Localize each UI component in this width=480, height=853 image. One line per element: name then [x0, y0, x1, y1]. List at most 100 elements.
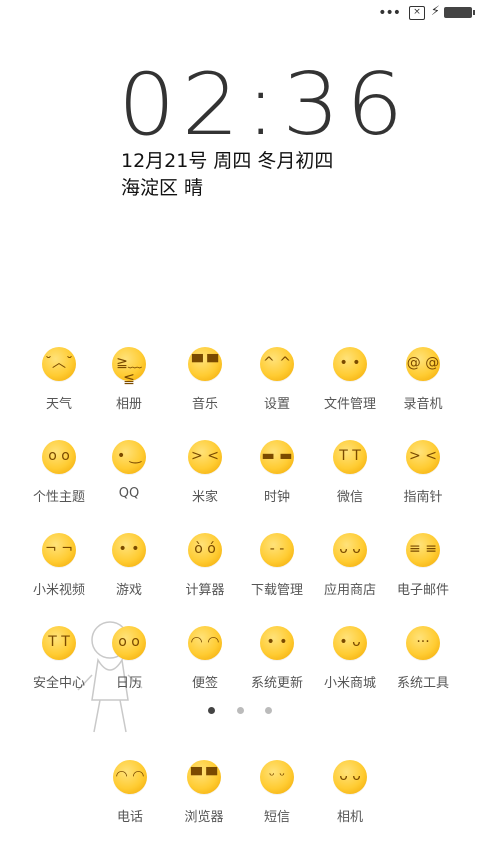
app-icon-5[interactable]: @ @ 录音机 [386, 347, 460, 412]
face-expression-icon: ^ ^ [263, 355, 291, 371]
battery-icon [444, 7, 475, 18]
dock-app-0[interactable]: ◠ ◠ 电话 [93, 760, 167, 825]
app-label: 音乐 [191, 397, 218, 412]
app-label: 电子邮件 [396, 583, 449, 598]
app-icon-14[interactable]: ò ó 计算器 [168, 533, 242, 598]
app-label: 小米视频 [32, 583, 85, 598]
emoji-face-icon: T T [42, 626, 76, 660]
app-icon-2[interactable]: ▀ ▀ 音乐 [168, 347, 242, 412]
emoji-face-icon: ··· [406, 626, 440, 660]
app-label: 文件管理 [323, 397, 376, 412]
page-dot[interactable] [236, 707, 244, 714]
status-bar: ••• × ⚡ [0, 0, 480, 26]
face-expression-icon: • • [266, 634, 288, 650]
page-dot[interactable] [264, 707, 272, 714]
emoji-face-icon: ◠ ◠ [113, 760, 147, 794]
face-expression-icon: T T [48, 634, 70, 650]
emoji-face-icon: o o [42, 440, 76, 474]
app-label: 系统更新 [250, 676, 303, 691]
face-expression-icon: ᵕ ᵕ [268, 768, 286, 784]
emoji-face-icon: @ @ [406, 347, 440, 381]
app-icon-9[interactable]: ▬ ▬ 时钟 [240, 440, 314, 505]
face-expression-icon: ▀ ▀ [192, 355, 218, 371]
face-expression-icon: • ‿ [117, 448, 141, 464]
emoji-face-icon: • • [333, 347, 367, 381]
dock-app-2[interactable]: ᵕ ᵕ 短信 [240, 760, 314, 825]
app-label: 计算器 [185, 583, 225, 598]
app-icon-6[interactable]: o o 个性主题 [22, 440, 96, 505]
emoji-face-icon: • • [112, 533, 146, 567]
weather-text[interactable]: 海淀区 晴 [121, 173, 203, 200]
emoji-face-icon: ᴗ ᴗ [333, 533, 367, 567]
app-icon-19[interactable]: o o 日历 [92, 626, 166, 691]
app-icon-1[interactable]: ≧﹏≦ 相册 [92, 347, 166, 412]
app-label: 下载管理 [250, 583, 303, 598]
app-icon-22[interactable]: • ᴗ 小米商城 [313, 626, 387, 691]
app-label: QQ [118, 486, 140, 501]
face-expression-icon: ˘︿˘ [45, 355, 73, 371]
face-expression-icon: ··· [416, 634, 430, 650]
face-expression-icon: ▀ ▀ [191, 768, 217, 784]
emoji-face-icon: ≡ ≡ [406, 533, 440, 567]
app-label: 游戏 [115, 583, 142, 598]
app-label: 小米商城 [323, 676, 376, 691]
face-expression-icon: > < [191, 448, 219, 464]
emoji-face-icon: ▀ ▀ [188, 347, 222, 381]
app-label: 相机 [336, 810, 363, 825]
app-label: 便签 [191, 676, 218, 691]
dock-app-3[interactable]: ᴗ ᴗ 相机 [313, 760, 387, 825]
app-icon-21[interactable]: • • 系统更新 [240, 626, 314, 691]
app-icon-13[interactable]: • • 游戏 [92, 533, 166, 598]
no-sim-icon: × [409, 6, 425, 20]
face-expression-icon: ≧﹏≦ [116, 355, 142, 387]
emoji-face-icon: ˘︿˘ [42, 347, 76, 381]
app-label: 个性主题 [32, 490, 85, 505]
app-icon-18[interactable]: T T 安全中心 [22, 626, 96, 691]
page-dot[interactable] [208, 707, 216, 714]
emoji-face-icon: ¬ ¬ [42, 533, 76, 567]
app-label: 相册 [115, 397, 142, 412]
clock-time[interactable]: 02:36 [118, 62, 410, 148]
face-expression-icon: ≡ ≡ [409, 541, 437, 557]
face-expression-icon: ò ó [194, 541, 216, 557]
app-icon-8[interactable]: > < 米家 [168, 440, 242, 505]
app-label: 录音机 [403, 397, 443, 412]
app-icon-20[interactable]: ◠ ◠ 便签 [168, 626, 242, 691]
app-icon-4[interactable]: • • 文件管理 [313, 347, 387, 412]
app-icon-10[interactable]: T T 微信 [313, 440, 387, 505]
page-indicator[interactable] [0, 699, 480, 718]
app-icon-16[interactable]: ᴗ ᴗ 应用商店 [313, 533, 387, 598]
face-expression-icon: ▬ ▬ [261, 448, 293, 464]
date-text[interactable]: 12月21号 周四 冬月初四 [121, 146, 333, 173]
app-icon-15[interactable]: - - 下载管理 [240, 533, 314, 598]
emoji-face-icon: • • [260, 626, 294, 660]
app-label: 日历 [115, 676, 142, 691]
app-icon-3[interactable]: ^ ^ 设置 [240, 347, 314, 412]
emoji-face-icon: ≧﹏≦ [112, 347, 146, 387]
app-label: 天气 [45, 397, 72, 412]
emoji-face-icon: ◠ ◠ [188, 626, 222, 660]
face-expression-icon: • • [118, 541, 140, 557]
dock-app-1[interactable]: ▀ ▀ 浏览器 [167, 760, 241, 825]
emoji-face-icon: ᵕ ᵕ [260, 760, 294, 794]
app-label: 米家 [191, 490, 218, 505]
face-expression-icon: • • [339, 355, 361, 371]
app-label: 短信 [263, 810, 290, 825]
app-label: 应用商店 [323, 583, 376, 598]
emoji-face-icon: ^ ^ [260, 347, 294, 381]
app-icon-17[interactable]: ≡ ≡ 电子邮件 [386, 533, 460, 598]
app-icon-7[interactable]: • ‿ QQ [92, 440, 166, 501]
app-label: 指南针 [403, 490, 443, 505]
face-expression-icon: ◠ ◠ [190, 634, 220, 650]
face-expression-icon: o o [48, 448, 70, 464]
face-expression-icon: @ @ [406, 355, 440, 371]
app-icon-12[interactable]: ¬ ¬ 小米视频 [22, 533, 96, 598]
face-expression-icon: > < [409, 448, 437, 464]
app-icon-23[interactable]: ··· 系统工具 [386, 626, 460, 691]
app-icon-0[interactable]: ˘︿˘ 天气 [22, 347, 96, 412]
face-expression-icon: ᴗ ᴗ [339, 768, 361, 784]
app-label: 时钟 [263, 490, 290, 505]
app-icon-11[interactable]: > < 指南针 [386, 440, 460, 505]
app-label: 安全中心 [32, 676, 85, 691]
emoji-face-icon: T T [333, 440, 367, 474]
